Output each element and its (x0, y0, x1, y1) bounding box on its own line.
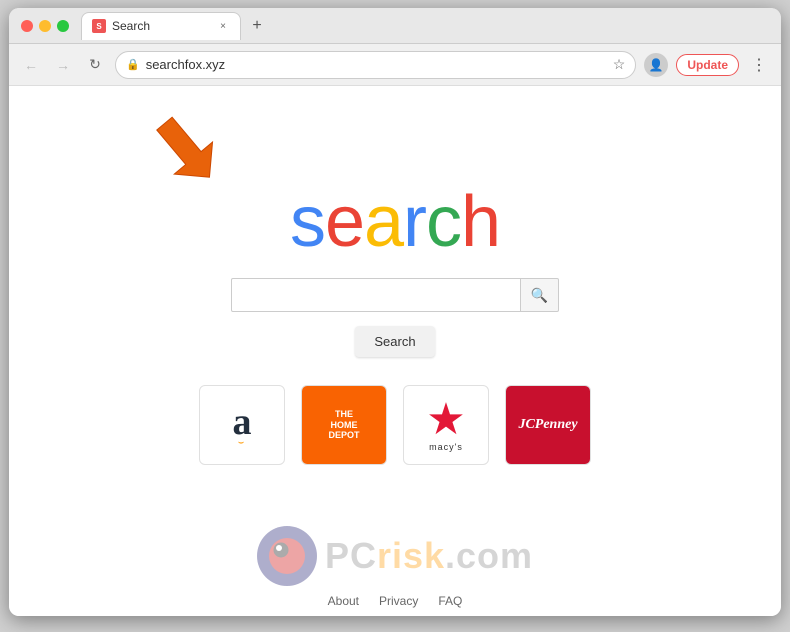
lock-icon: 🔒 (126, 58, 140, 71)
macys-star-icon: ★ (426, 398, 465, 442)
footer-privacy[interactable]: Privacy (379, 594, 418, 608)
tab-favicon: S (92, 19, 106, 33)
search-icon: 🔍 (531, 287, 548, 304)
minimize-window-button[interactable] (39, 20, 51, 32)
search-bar-container: 🔍 (231, 278, 559, 312)
quick-link-amazon[interactable]: a ⌣ (199, 385, 285, 465)
footer: About Privacy FAQ (9, 594, 781, 608)
traffic-lights (21, 20, 69, 32)
footer-about[interactable]: About (328, 594, 359, 608)
tab-bar: S Search × + (81, 12, 769, 40)
address-bar[interactable]: 🔒 searchfox.xyz ☆ (115, 51, 636, 79)
search-input[interactable] (231, 278, 521, 312)
quick-link-macys[interactable]: ★ macy's (403, 385, 489, 465)
search-logo: search (290, 186, 500, 258)
quick-link-jcpenney[interactable]: JCPenney (505, 385, 591, 465)
search-icon-button[interactable]: 🔍 (521, 278, 559, 312)
page-content: search 🔍 Search a ⌣ THEHOMEDEPOT (9, 86, 781, 616)
pcrisk-logo (257, 526, 317, 586)
toolbar: ← → ↻ 🔒 searchfox.xyz ☆ 👤 Update ⋮ (9, 44, 781, 86)
menu-button[interactable]: ⋮ (747, 53, 771, 77)
arrow-annotation (149, 106, 239, 201)
forward-button[interactable]: → (51, 53, 75, 77)
footer-faq[interactable]: FAQ (438, 594, 462, 608)
title-bar: S Search × + (9, 8, 781, 44)
active-tab[interactable]: S Search × (81, 12, 241, 40)
logo-letter-s: s (290, 182, 325, 262)
profile-button[interactable]: 👤 (644, 53, 668, 77)
logo-letter-a: a (364, 182, 403, 262)
search-button[interactable]: Search (355, 326, 434, 357)
update-button[interactable]: Update (676, 54, 739, 76)
homedepot-logo: THEHOMEDEPOT (302, 386, 386, 464)
toolbar-right: 👤 Update ⋮ (644, 53, 771, 77)
pcrisk-text: PCrisk.com (325, 535, 533, 577)
quick-link-homedepot[interactable]: THEHOMEDEPOT (301, 385, 387, 465)
address-text: searchfox.xyz (146, 57, 607, 72)
tab-close-button[interactable]: × (216, 19, 230, 33)
macys-label: macy's (429, 442, 463, 452)
logo-letter-h: h (461, 182, 500, 262)
new-tab-button[interactable]: + (245, 14, 269, 38)
logo-letter-c: c (426, 182, 461, 262)
quick-links: a ⌣ THEHOMEDEPOT ★ macy's JCPe (199, 385, 591, 465)
logo-letter-e: e (325, 182, 364, 262)
back-button[interactable]: ← (19, 53, 43, 77)
maximize-window-button[interactable] (57, 20, 69, 32)
logo-letter-r: r (403, 182, 426, 262)
bookmark-icon[interactable]: ☆ (613, 56, 626, 73)
close-window-button[interactable] (21, 20, 33, 32)
watermark: PCrisk.com (9, 526, 781, 586)
reload-button[interactable]: ↻ (83, 53, 107, 77)
browser-window: S Search × + ← → ↻ 🔒 searchfox.xyz ☆ 👤 U… (9, 8, 781, 616)
tab-title: Search (112, 19, 150, 33)
jcpenney-logo: JCPenney (506, 386, 590, 464)
